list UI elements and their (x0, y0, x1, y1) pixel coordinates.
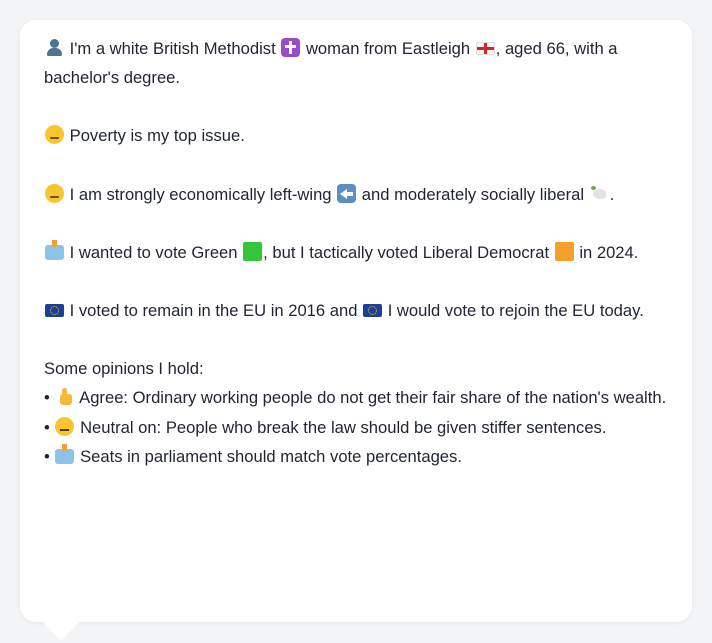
bullet: • (44, 446, 50, 466)
persona-card: I'm a white British Methodist woman from… (20, 20, 692, 622)
left-arrow-icon (337, 183, 357, 203)
issue-text: Poverty is my top issue. (69, 126, 245, 146)
ideology-text-2: and moderately socially liberal (361, 184, 585, 204)
eu-flag-icon (363, 304, 383, 318)
orange-square-icon (554, 241, 574, 261)
identity-text: I'm a white British Methodist (69, 39, 276, 58)
identity-paragraph: I'm a white British Methodist woman from… (44, 34, 668, 92)
dove-icon (590, 184, 609, 203)
eu-text: I voted to remain in the EU in 2016 and (69, 301, 358, 321)
thumbs-up-icon (55, 387, 74, 406)
bullet: • (44, 388, 50, 408)
ideology-text: I am strongly economically left-wing (69, 184, 332, 204)
opinion-item: Agree: Ordinary working people do not ge… (79, 388, 667, 408)
green-square-icon (243, 241, 263, 261)
england-flag-icon (475, 42, 495, 55)
eu-flag-icon (45, 304, 64, 318)
issue-paragraph: Poverty is my top issue. (44, 121, 668, 150)
identity-text-2: woman from Eastleigh (305, 39, 471, 58)
thinking-face-icon (45, 183, 64, 203)
latin-cross-icon (281, 38, 301, 57)
opinions-heading: Some opinions I hold: (44, 359, 204, 379)
ideology-text-3: . (609, 184, 615, 204)
ballot-box-icon (55, 443, 75, 464)
vote-paragraph: I wanted to vote Green , but I tacticall… (44, 238, 668, 267)
opinions-list: Some opinions I hold: • Agree: Ordinary … (44, 354, 668, 471)
vote-text: I wanted to vote Green (69, 242, 238, 262)
disappointed-face-icon (45, 125, 64, 145)
speech-bubble-tail (42, 621, 80, 641)
bullet: • (44, 417, 50, 437)
eu-text-2: I would vote to rejoin the EU today. (387, 301, 644, 321)
opinion-item: Seats in parliament should match vote pe… (80, 446, 462, 466)
ideology-paragraph: I am strongly economically left-wing and… (44, 180, 668, 209)
neutral-face-icon (55, 416, 75, 436)
vote-text-3: in 2024. (579, 242, 639, 262)
vote-text-2: , but I tactically voted Liberal Democra… (263, 242, 550, 262)
opinion-item: Neutral on: People who break the law sho… (80, 417, 607, 437)
bust-in-silhouette-icon (45, 38, 64, 57)
eu-paragraph: I voted to remain in the EU in 2016 and … (44, 296, 668, 325)
ballot-box-icon (45, 239, 64, 260)
